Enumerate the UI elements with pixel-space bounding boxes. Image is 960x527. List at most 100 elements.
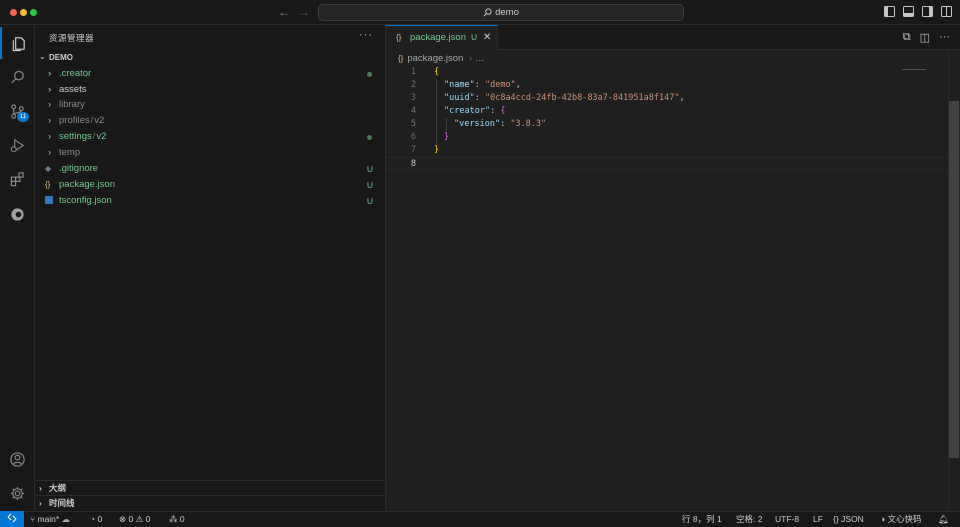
breadcrumb-more[interactable]: … bbox=[475, 53, 485, 64]
close-window-button[interactable] bbox=[10, 9, 17, 16]
json-line-creator: "creator": { bbox=[444, 106, 506, 116]
status-bar: ⑂ main* ☁ ◔ 0 ⊗ 0 ⚠ 0 ⁂ 0 行 8，列 1 空格: 2 … bbox=[0, 511, 960, 527]
gear-icon bbox=[10, 486, 25, 500]
ports-indicator[interactable]: ⁂ 0 bbox=[169, 512, 185, 527]
outline-section[interactable]: › 大纲 bbox=[35, 480, 385, 495]
customize-layout-icon[interactable] bbox=[941, 6, 952, 17]
title-bar: ← → demo bbox=[0, 0, 960, 25]
files-icon bbox=[12, 36, 25, 51]
branch-icon: ⑂ bbox=[30, 514, 36, 524]
source-control-activity[interactable]: 11 bbox=[0, 95, 35, 127]
maximize-window-button[interactable] bbox=[30, 9, 37, 16]
tree-item-package-json[interactable]: {} package.json U bbox=[35, 177, 385, 193]
end-of-line[interactable]: LF bbox=[813, 512, 823, 527]
tree-item-assets[interactable]: › assets bbox=[35, 82, 385, 98]
remote-icon bbox=[7, 513, 17, 523]
editor-actions: ⧉ ◫ ··· bbox=[903, 31, 950, 44]
code-line: 5 "version": "3.8.3" bbox=[410, 119, 547, 129]
extensions-activity[interactable] bbox=[0, 163, 35, 195]
indentation[interactable]: 空格: 2 bbox=[736, 512, 762, 527]
branch-indicator[interactable]: ⑂ main* ☁ bbox=[30, 512, 70, 527]
close-icon[interactable]: ✕ bbox=[483, 26, 491, 49]
code-editor[interactable]: 1 { 2 "name": "demo", 3 "uuid": "0c8a4cc… bbox=[386, 66, 960, 170]
account-icon bbox=[10, 451, 25, 467]
chevron-right-icon: › bbox=[39, 498, 42, 508]
split-editor-icon[interactable]: ◫ bbox=[920, 31, 930, 44]
modified-dot bbox=[367, 72, 372, 77]
tree-item-library[interactable]: › library bbox=[35, 97, 385, 113]
remote-indicator[interactable] bbox=[0, 511, 24, 527]
more-actions-icon[interactable]: ··· bbox=[939, 31, 950, 44]
modified-dot bbox=[367, 135, 372, 140]
vertical-scrollbar[interactable] bbox=[948, 50, 960, 511]
toggle-primary-sidebar-icon[interactable] bbox=[884, 6, 895, 17]
minimize-window-button[interactable] bbox=[20, 9, 27, 16]
json-file-icon: {} bbox=[396, 33, 402, 42]
manage-activity[interactable] bbox=[0, 477, 35, 509]
chevron-right-icon: › bbox=[48, 84, 52, 95]
search-text: demo bbox=[495, 7, 519, 18]
sync-icon: ◔ bbox=[90, 514, 96, 524]
code-line: 2 "name": "demo", bbox=[410, 80, 521, 90]
forward-arrow-icon[interactable]: → bbox=[298, 5, 310, 19]
json-line-uuid: "uuid": "0c8a4ccd-24fb-42b8-83a7-841951a… bbox=[444, 93, 685, 103]
run-debug-activity[interactable] bbox=[0, 129, 35, 161]
activity-bar: 11 bbox=[0, 25, 35, 511]
search-activity[interactable] bbox=[0, 61, 35, 93]
code-line: 3 "uuid": "0c8a4ccd-24fb-42b8-83a7-84195… bbox=[410, 93, 685, 103]
explorer-activity[interactable] bbox=[0, 27, 35, 59]
run-debug-icon bbox=[10, 138, 25, 152]
search-icon bbox=[11, 70, 24, 83]
sync-indicator[interactable]: ◔ 0 bbox=[90, 512, 102, 527]
code-line-current: 8 bbox=[386, 157, 960, 170]
tab-bar: {} package.json U ✕ ⧉ ◫ ··· bbox=[386, 25, 960, 50]
tree-item-temp[interactable]: › temp bbox=[35, 145, 385, 161]
tree-item-settings[interactable]: › settings/v2 bbox=[35, 129, 385, 145]
gitignore-file-icon: ◆ bbox=[45, 164, 52, 173]
chevron-right-icon: › bbox=[48, 131, 52, 142]
comate-icon: ◑ bbox=[880, 514, 886, 524]
toggle-secondary-sidebar-icon[interactable] bbox=[922, 6, 933, 17]
encoding[interactable]: UTF-8 bbox=[775, 512, 799, 527]
scrollbar-thumb[interactable] bbox=[949, 101, 959, 458]
toggle-panel-icon[interactable] bbox=[903, 6, 914, 17]
warning-icon: ⚠ bbox=[135, 514, 144, 524]
chevron-right-icon: › bbox=[48, 99, 52, 110]
open-changes-icon[interactable]: ⧉ bbox=[903, 31, 911, 44]
cloud-sync-icon: ☁ bbox=[61, 514, 71, 524]
breadcrumb-file[interactable]: package.json bbox=[407, 53, 463, 64]
tab-package-json[interactable]: {} package.json U ✕ bbox=[386, 25, 498, 50]
error-icon: ⊗ bbox=[119, 514, 127, 524]
comate-activity[interactable] bbox=[0, 198, 35, 230]
comate-status[interactable]: ◑ 文心快码 bbox=[880, 512, 922, 527]
extensions-icon bbox=[10, 171, 24, 186]
command-center-search[interactable]: demo bbox=[318, 4, 684, 21]
chevron-right-icon: › bbox=[48, 147, 52, 158]
json-file-icon: {} bbox=[398, 54, 404, 63]
comate-icon bbox=[11, 207, 24, 221]
scm-badge: 11 bbox=[17, 112, 29, 122]
chevron-right-icon: › bbox=[39, 483, 42, 493]
language-mode[interactable]: {} JSON bbox=[833, 512, 864, 527]
json-file-icon: {} bbox=[45, 180, 51, 189]
accounts-activity[interactable] bbox=[0, 443, 35, 475]
minimap[interactable] bbox=[902, 69, 926, 72]
tree-item-tsconfig-json[interactable]: tsconfig.json U bbox=[35, 193, 385, 209]
back-arrow-icon[interactable]: ← bbox=[278, 5, 290, 19]
json-line-name: "name": "demo", bbox=[444, 80, 521, 90]
root-folder[interactable]: ⌄ DEMO bbox=[35, 52, 385, 64]
cursor-position[interactable]: 行 8，列 1 bbox=[682, 512, 722, 527]
timeline-section[interactable]: › 时间线 bbox=[35, 495, 385, 510]
ports-icon: ⁂ bbox=[169, 514, 178, 524]
code-line: 7 } bbox=[410, 145, 440, 155]
notifications-bell-icon[interactable]: 🔔︎ bbox=[938, 512, 949, 527]
tree-item-creator[interactable]: › .creator bbox=[35, 66, 385, 82]
layout-controls bbox=[884, 6, 952, 17]
tsconfig-file-icon bbox=[45, 193, 53, 209]
more-actions-icon[interactable]: ··· bbox=[359, 29, 373, 41]
json-line-version: "version": "3.8.3" bbox=[454, 119, 547, 129]
tree-item-gitignore[interactable]: ◆ .gitignore U bbox=[35, 161, 385, 177]
tree-item-profiles[interactable]: › profiles/v2 bbox=[35, 113, 385, 129]
chevron-down-icon: ⌄ bbox=[39, 52, 46, 61]
problems-indicator[interactable]: ⊗ 0 ⚠ 0 bbox=[119, 512, 150, 527]
